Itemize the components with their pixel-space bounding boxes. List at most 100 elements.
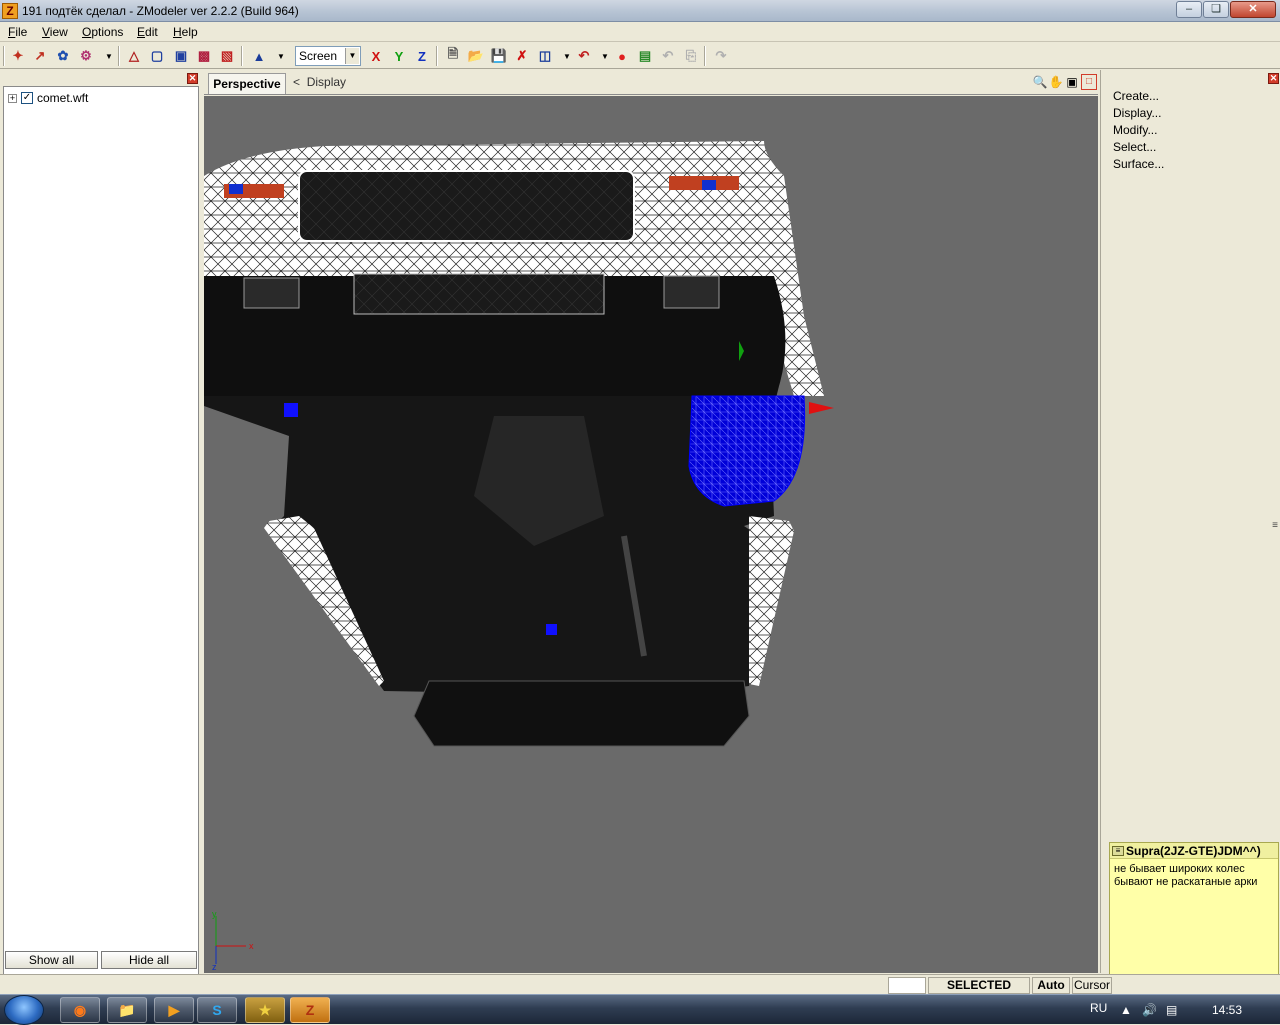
tree-item[interactable]: + ✓ comet.wft	[8, 91, 88, 105]
perspective-viewport[interactable]: y x z	[204, 96, 1098, 973]
cube-red-icon[interactable]: ▧	[218, 47, 236, 65]
status-auto[interactable]: Auto	[1032, 977, 1070, 994]
expand-icon[interactable]: +	[8, 93, 17, 103]
undo-history-icon[interactable]: ↶	[575, 47, 593, 65]
app-task-icon[interactable]: ★	[245, 997, 285, 1023]
sticky-note[interactable]: ≡ Supra(2JZ-GTE)JDM^^) не бывает широких…	[1109, 842, 1279, 992]
network-icon[interactable]: ▤	[1166, 1003, 1177, 1017]
windows-taskbar: ◉ 📁 ▶ S ★ Z RU ▲ 🔊 ▤ 14:53	[0, 994, 1280, 1025]
explorer-folder-icon[interactable]: 📁	[107, 997, 147, 1023]
media-player-icon[interactable]: ▶	[154, 997, 194, 1023]
redo-icon[interactable]: ↷	[712, 47, 730, 65]
menu-help[interactable]: Help	[173, 25, 198, 39]
pan-hand-icon[interactable]: ✋	[1048, 74, 1064, 90]
grille	[353, 273, 605, 315]
x-axis-arrow	[809, 402, 834, 414]
back-arrow-icon[interactable]: <	[293, 75, 300, 89]
minimize-button[interactable]: –	[1176, 1, 1202, 18]
selection-dropdown-arrow[interactable]: ▼	[100, 47, 118, 65]
save-icon[interactable]: 💾	[490, 47, 508, 65]
clipboard-icon[interactable]: ⎘	[682, 47, 700, 65]
status-bar: SELECTED MODE Auto Cursor	[0, 974, 1280, 1007]
delete-icon[interactable]: ✗	[513, 47, 531, 65]
tab-perspective[interactable]: Perspective	[208, 73, 286, 94]
breadcrumb-label: Display	[306, 75, 347, 89]
undo-dropdown-arrow[interactable]: ▼	[596, 47, 614, 65]
chevron-down-icon[interactable]: ▼	[345, 48, 359, 64]
language-indicator[interactable]: RU	[1090, 1001, 1107, 1015]
object-tree[interactable]: + ✓ comet.wft	[3, 86, 199, 1018]
gizmo-y-label: y	[212, 909, 217, 919]
menu-options[interactable]: Options	[82, 25, 123, 39]
select-vertex-icon[interactable]: ✦	[9, 47, 27, 65]
note-line: не бывает широких колес	[1114, 863, 1245, 875]
left-marker	[229, 184, 243, 194]
import-icon[interactable]: ◫	[536, 47, 554, 65]
center-pivot	[546, 624, 557, 635]
zmodeler-task-icon[interactable]: Z	[290, 997, 330, 1023]
select-object-icon[interactable]: ⚙	[77, 47, 95, 65]
display-breadcrumb[interactable]: < Display	[293, 75, 346, 89]
close-button[interactable]: ✕	[1230, 1, 1276, 18]
volume-icon[interactable]: 🔊	[1142, 1003, 1157, 1017]
cube-textured-icon[interactable]: ▩	[195, 47, 213, 65]
command-select[interactable]: Select...	[1113, 140, 1156, 154]
menu-view[interactable]: View	[42, 25, 68, 39]
show-all-button[interactable]: Show all	[5, 951, 98, 969]
lighting-icon[interactable]: ▲	[250, 47, 268, 65]
start-button[interactable]	[4, 995, 44, 1025]
select-face-icon[interactable]: ✿	[54, 47, 72, 65]
panel-splitter-grip[interactable]: ≡	[1272, 520, 1278, 531]
lighting-dropdown-arrow[interactable]: ▼	[272, 47, 290, 65]
restore-button[interactable]: ❏	[1203, 1, 1229, 18]
create-vertex-icon[interactable]: △	[125, 47, 143, 65]
gizmo-x-label: x	[249, 941, 254, 951]
command-modify[interactable]: Modify...	[1113, 123, 1157, 137]
close-panel-icon[interactable]: ✕	[1268, 73, 1279, 84]
axis-x-toggle[interactable]: X	[367, 47, 385, 65]
maximize-viewport-icon[interactable]: ▣	[1064, 74, 1080, 90]
zoom-icon[interactable]: 🔍	[1032, 74, 1048, 90]
selected-wheel-arch	[688, 395, 806, 507]
clock-time[interactable]: 14:53	[1212, 1003, 1242, 1017]
note-line: бывают не раскатаные арки	[1114, 876, 1258, 888]
select-edge-icon[interactable]: ↗	[31, 47, 49, 65]
record-icon[interactable]: ●	[613, 47, 631, 65]
skype-icon[interactable]: S	[197, 997, 237, 1023]
visibility-checkbox[interactable]: ✓	[21, 92, 33, 104]
close-panel-icon[interactable]: ✕	[187, 73, 198, 84]
toolbar-separator	[241, 46, 243, 66]
tray-expand-icon[interactable]: ▲	[1120, 1003, 1132, 1017]
open-folder-icon[interactable]: 📂	[467, 47, 485, 65]
right-side-mesh	[749, 516, 794, 686]
import-dropdown-arrow[interactable]: ▼	[558, 47, 576, 65]
left-pivot	[284, 403, 298, 417]
undo-icon[interactable]: ↶	[659, 47, 677, 65]
close-viewport-icon[interactable]: □	[1081, 74, 1097, 90]
car-underside-model: y x z	[204, 141, 834, 972]
status-mode: SELECTED MODE	[928, 977, 1030, 1007]
diffuser	[413, 680, 750, 747]
object-tree-panel: ✕ + ✓ comet.wft Show all Hide all	[0, 70, 202, 1018]
coordinate-space-select[interactable]: Screen ▼	[295, 46, 361, 66]
plate-recess	[298, 170, 635, 242]
new-file-icon[interactable]: 🗎	[444, 46, 462, 65]
menu-edit[interactable]: Edit	[137, 25, 158, 39]
hide-all-button[interactable]: Hide all	[101, 951, 197, 969]
command-surface[interactable]: Surface...	[1113, 157, 1164, 171]
menu-file[interactable]: File	[8, 25, 27, 39]
command-create[interactable]: Create...	[1113, 89, 1159, 103]
zmodeler-app-icon[interactable]: Z	[2, 3, 18, 19]
note-header: ≡ Supra(2JZ-GTE)JDM^^)	[1110, 843, 1278, 859]
cube-wire-icon[interactable]: ▢	[148, 47, 166, 65]
axis-z-toggle[interactable]: Z	[413, 47, 431, 65]
toolbar-separator	[704, 46, 706, 66]
axis-y-toggle[interactable]: Y	[390, 47, 408, 65]
firefox-icon[interactable]: ◉	[60, 997, 100, 1023]
command-display[interactable]: Display...	[1113, 106, 1161, 120]
cube-solid-icon[interactable]: ▣	[172, 47, 190, 65]
render-icon[interactable]: ▤	[636, 47, 654, 65]
note-body: не бывает широких колес бывают не раскат…	[1110, 859, 1278, 893]
tree-item-label[interactable]: comet.wft	[37, 91, 88, 105]
coordinate-space-value: Screen	[299, 49, 338, 63]
